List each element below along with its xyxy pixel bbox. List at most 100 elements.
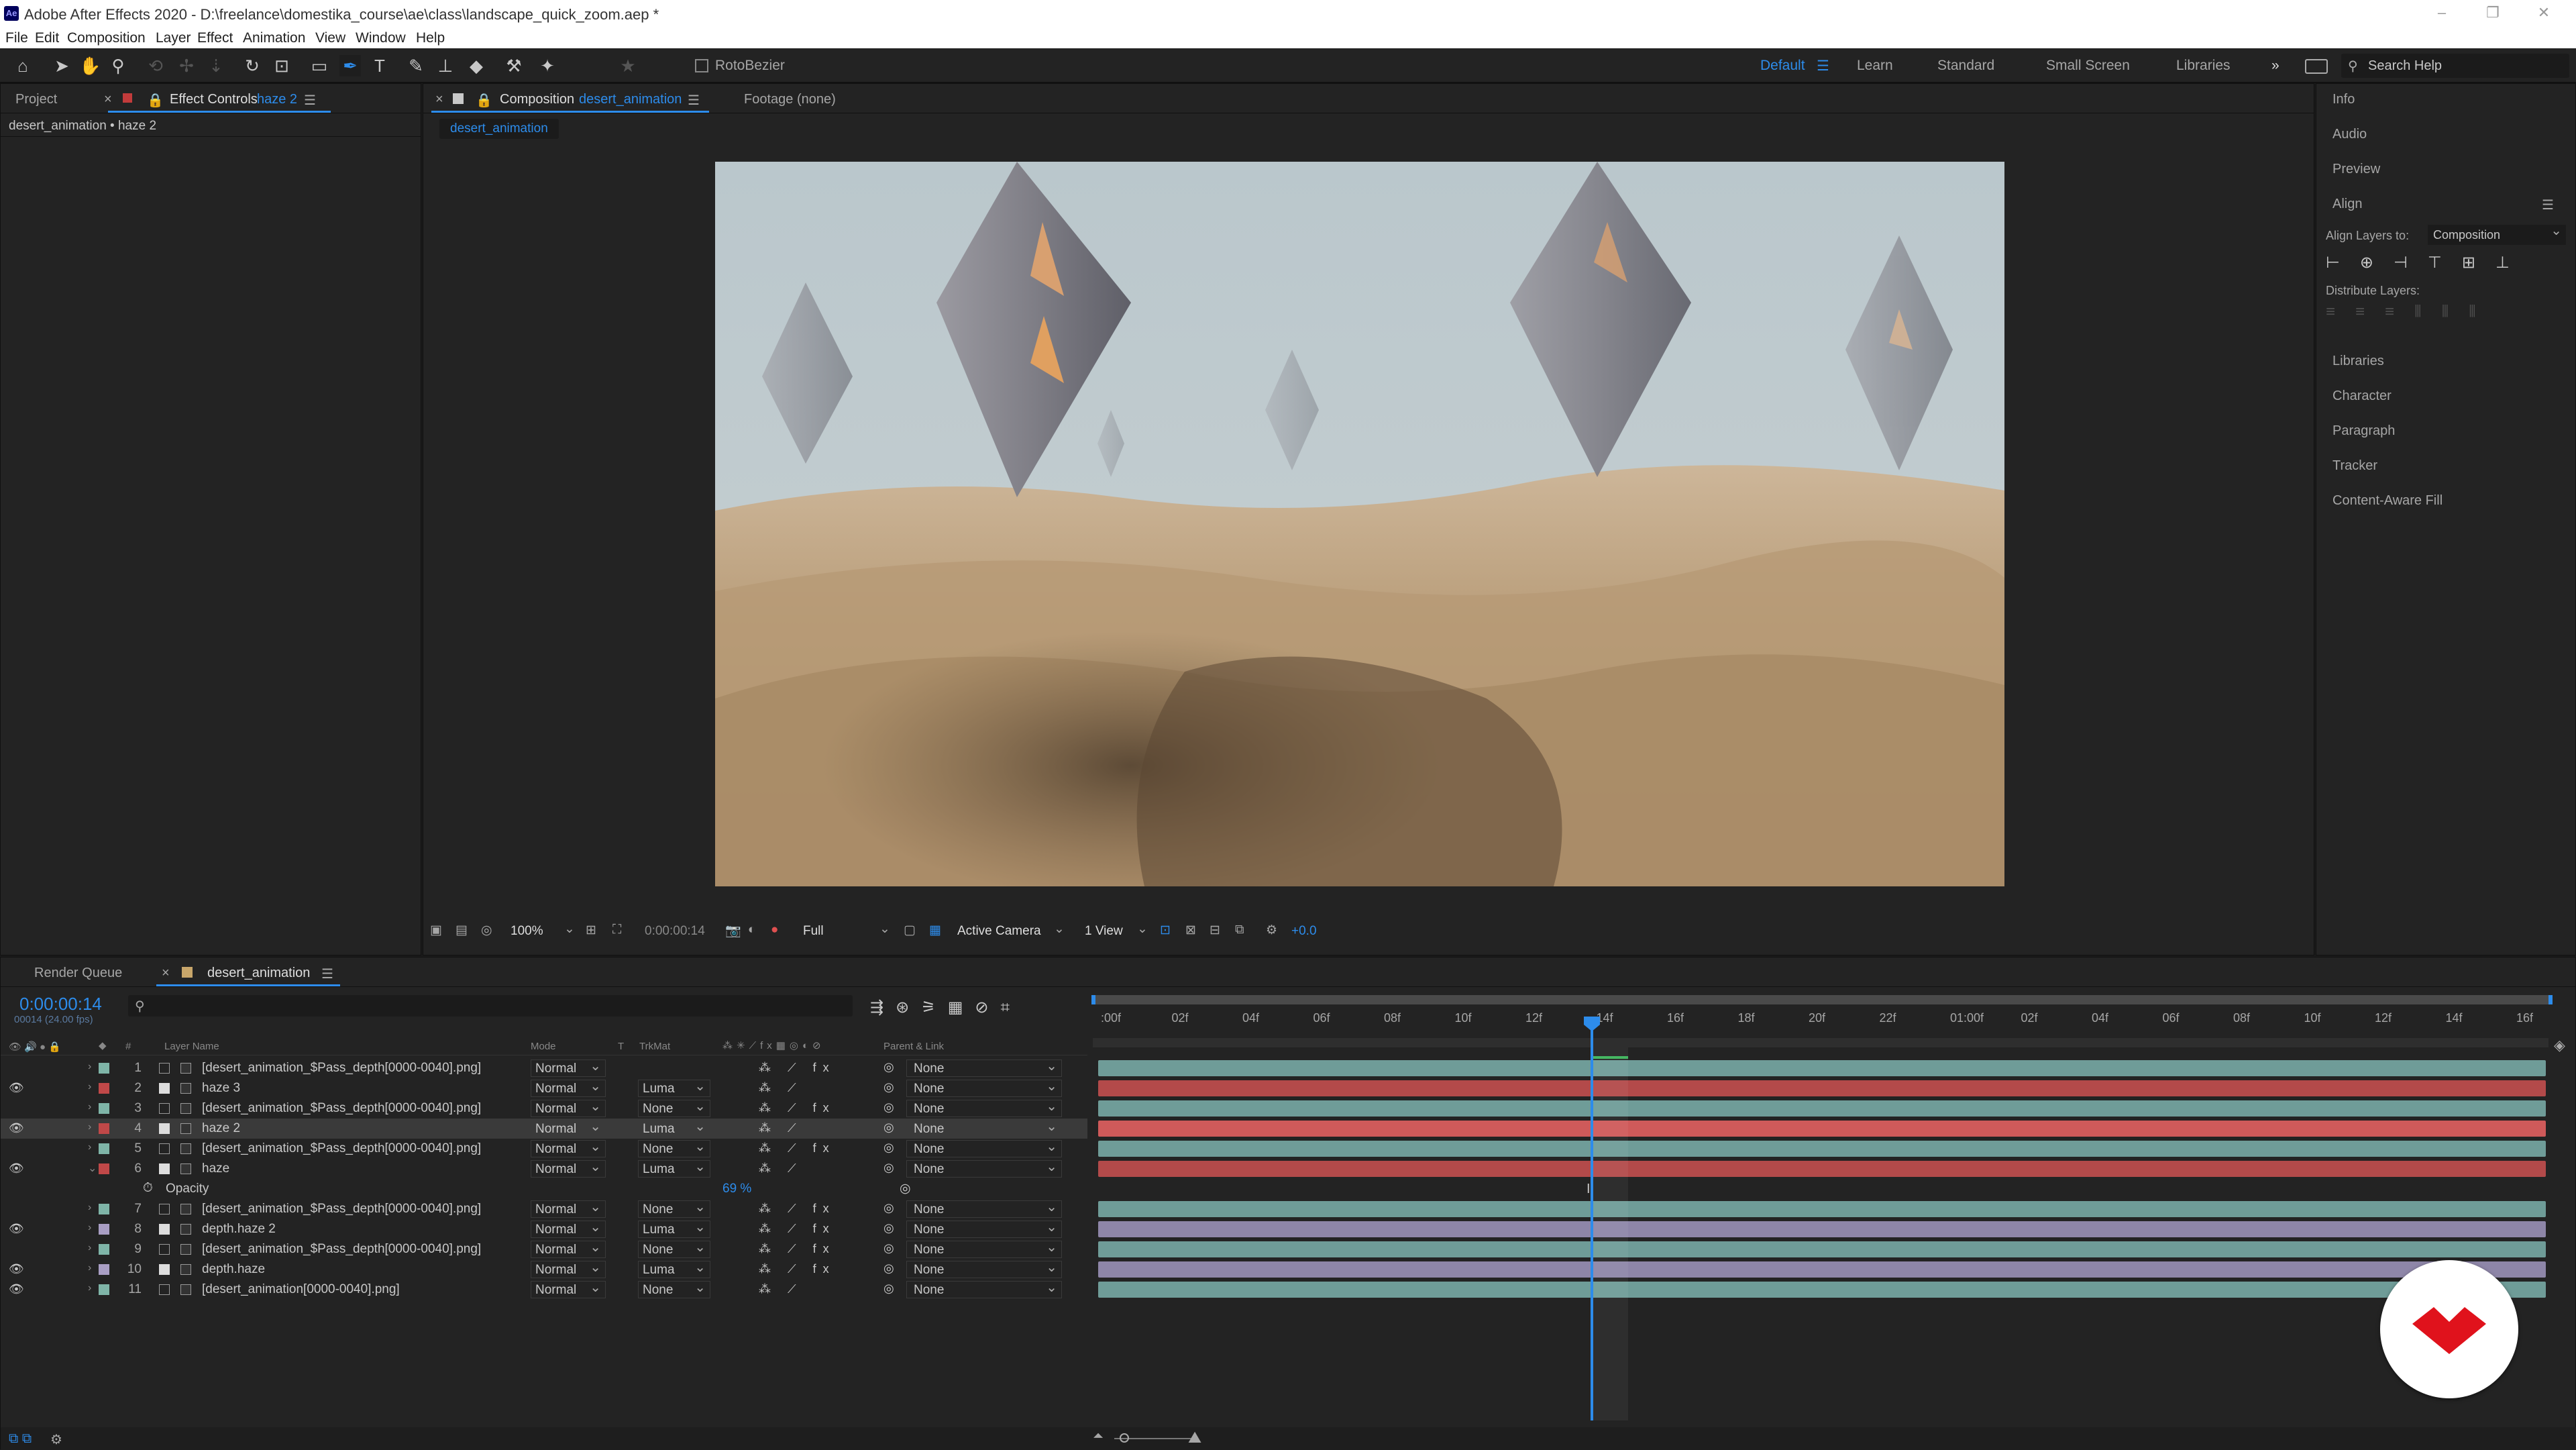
resolution-select[interactable]: Full [803,924,824,939]
pick-whip-icon[interactable]: ◎ [883,1261,894,1276]
layer-parent-select[interactable]: None [906,1057,1062,1077]
layer-switches[interactable]: ⁂ ⟋ [759,1121,803,1135]
layer-name[interactable]: depth.haze 2 [202,1222,276,1237]
layer-parent-select[interactable]: None [906,1219,1062,1238]
layer-label-color[interactable] [99,1063,109,1074]
layer-name[interactable]: [desert_animation_$Pass_depth[0000-0040]… [202,1141,481,1156]
layer-row[interactable]: › 7 [desert_animation_$Pass_depth[0000-004… [1,1198,1087,1219]
chevron-right-icon[interactable]: › [88,1141,91,1153]
pick-whip-icon[interactable]: ◎ [883,1161,894,1175]
layer-switches[interactable]: ⁂ ⟋ [759,1282,803,1296]
timeline-icon[interactable]: ⊟ [1210,923,1220,938]
layer-switches[interactable]: ⁂ ⟋ fx [759,1141,836,1155]
layer-parent-select[interactable]: None [906,1279,1062,1298]
layer-duration-bar[interactable] [1098,1060,2546,1076]
layer-mode-select[interactable]: Normal [531,1219,606,1238]
panel-content-aware-fill[interactable]: Content-Aware Fill [2332,493,2443,509]
eraser-tool-icon[interactable]: ◆ [466,55,487,76]
chevron-right-icon[interactable]: › [88,1061,91,1073]
layer-switches[interactable]: ⁂ ⟋ fx [759,1242,836,1256]
visibility-eye-icon[interactable]: 👁 [9,1262,24,1276]
pen-tool-icon[interactable]: ✒ [339,55,361,76]
layer-trkmat-select[interactable]: Luma [638,1259,710,1278]
layer-name[interactable]: haze 3 [202,1081,240,1096]
menu-edit[interactable]: Edit [35,30,59,46]
pick-whip-icon[interactable]: ◎ [883,1201,894,1215]
exposure-value[interactable]: +0.0 [1291,924,1317,939]
visibility-eye-icon[interactable]: 👁 [9,1161,24,1176]
layer-row[interactable]: › 3 [desert_animation_$Pass_depth[0000-004… [1,1098,1087,1119]
layer-row[interactable]: › 1 [desert_animation_$Pass_depth[0000-004… [1,1057,1087,1078]
rectangle-tool-icon[interactable]: ▭ [309,55,330,76]
layer-trkmat-select[interactable]: None [638,1279,710,1298]
zoom-out-icon[interactable]: ⏶ [1093,1429,1104,1444]
panel-audio[interactable]: Audio [2332,127,2367,142]
layer-row[interactable]: › 9 [desert_animation_$Pass_depth[0000-004… [1,1239,1087,1259]
opacity-value[interactable]: 69 % [722,1182,751,1196]
layer-trkmat-select[interactable]: Luma [638,1118,710,1137]
safe-zones-icon[interactable]: ⛶ [612,923,621,937]
panel-libraries[interactable]: Libraries [2332,354,2384,369]
layer-mode-select[interactable]: Normal [531,1078,606,1097]
layer-duration-bar[interactable] [1098,1141,2546,1157]
toggle-pixel-aspect-icon[interactable]: ⊡ [1160,923,1171,938]
visibility-eye-icon[interactable]: 👁 [9,1282,24,1296]
brush-tool-icon[interactable]: ✎ [405,55,427,76]
menu-effect[interactable]: Effect [197,30,233,46]
tab-close-icon[interactable]: × [435,92,443,107]
home-icon[interactable]: ⌂ [12,55,34,76]
layer-mode-select[interactable]: Normal [531,1098,606,1117]
layer-name[interactable]: haze [202,1161,229,1176]
tab-project[interactable]: Project [15,92,57,107]
toggle-switches-icon[interactable]: ⧉ ⧉ [9,1431,32,1447]
chevron-down-icon[interactable]: ⌄ [1054,921,1065,937]
layer-trkmat-select[interactable]: None [638,1098,710,1117]
chevron-right-icon[interactable]: › [88,1262,91,1274]
panel-character[interactable]: Character [2332,389,2392,404]
pick-whip-icon[interactable]: ◎ [883,1241,894,1255]
workspace-default[interactable]: Default [1760,58,1805,74]
transparency-grid-icon[interactable]: ▦ [929,923,941,938]
menu-help[interactable]: Help [416,30,445,46]
layer-mode-select[interactable]: Normal [531,1158,606,1178]
visibility-eye-icon[interactable]: 👁 [9,1121,24,1135]
menu-window[interactable]: Window [356,30,406,46]
layer-mode-select[interactable]: Normal [531,1239,606,1258]
tab-effect-controls[interactable]: Effect Controls [170,92,258,107]
workspace-menu-icon[interactable]: ☰ [1817,58,1829,74]
layer-row[interactable]: 👁 › 10 depth.haze Normal Luma ⁂ ⟋ fx ◎ None [1,1259,1087,1280]
layer-name[interactable]: [desert_animation_$Pass_depth[0000-0040]… [202,1101,481,1116]
zoom-in-icon[interactable]: ⛰ [1188,1429,1201,1447]
viewer-timecode[interactable]: 0:00:00:14 [645,924,705,939]
keyframe-navigator-icon[interactable]: I [1587,1182,1591,1197]
pan-camera-icon[interactable]: ✢ [176,55,197,76]
layer-duration-bar[interactable] [1098,1080,2546,1096]
layer-mode-select[interactable]: Normal [531,1279,606,1298]
roto-brush-tool-icon[interactable]: ⚒ [503,55,525,76]
chevron-right-icon[interactable]: › [88,1242,91,1254]
layer-switches[interactable]: ⁂ ⟋ fx [759,1262,836,1276]
pick-whip-icon[interactable]: ◎ [883,1060,894,1074]
layer-label-color[interactable] [99,1103,109,1114]
workspace-small-screen[interactable]: Small Screen [2046,58,2130,74]
layer-switches[interactable]: ⁂ ⟋ [759,1161,803,1176]
layer-mode-select[interactable]: Normal [531,1138,606,1157]
visibility-eye-icon[interactable]: 👁 [9,1222,24,1236]
region-of-interest-icon[interactable]: ▢ [904,923,916,938]
align-to-select[interactable]: Composition [2428,222,2566,245]
panel-menu-icon[interactable]: ☰ [304,92,316,109]
comp-marker-icon[interactable]: ◈ [2554,1037,2565,1054]
layer-name[interactable]: [desert_animation_$Pass_depth[0000-0040]… [202,1061,481,1076]
panel-paragraph[interactable]: Paragraph [2332,423,2395,439]
toggle-modes-icon[interactable]: ⚙ [50,1431,62,1448]
layer-label-color[interactable] [99,1244,109,1255]
composition-viewer[interactable] [715,162,2004,886]
layer-trkmat-select[interactable]: Luma [638,1158,710,1178]
layer-label-color[interactable] [99,1204,109,1214]
menu-layer[interactable]: Layer [156,30,191,46]
menu-file[interactable]: File [5,30,28,46]
workspace-libraries[interactable]: Libraries [2176,58,2231,74]
layer-parent-select[interactable]: None [906,1138,1062,1157]
layer-mode-select[interactable]: Normal [531,1118,606,1137]
layer-duration-bar[interactable] [1098,1282,2546,1298]
